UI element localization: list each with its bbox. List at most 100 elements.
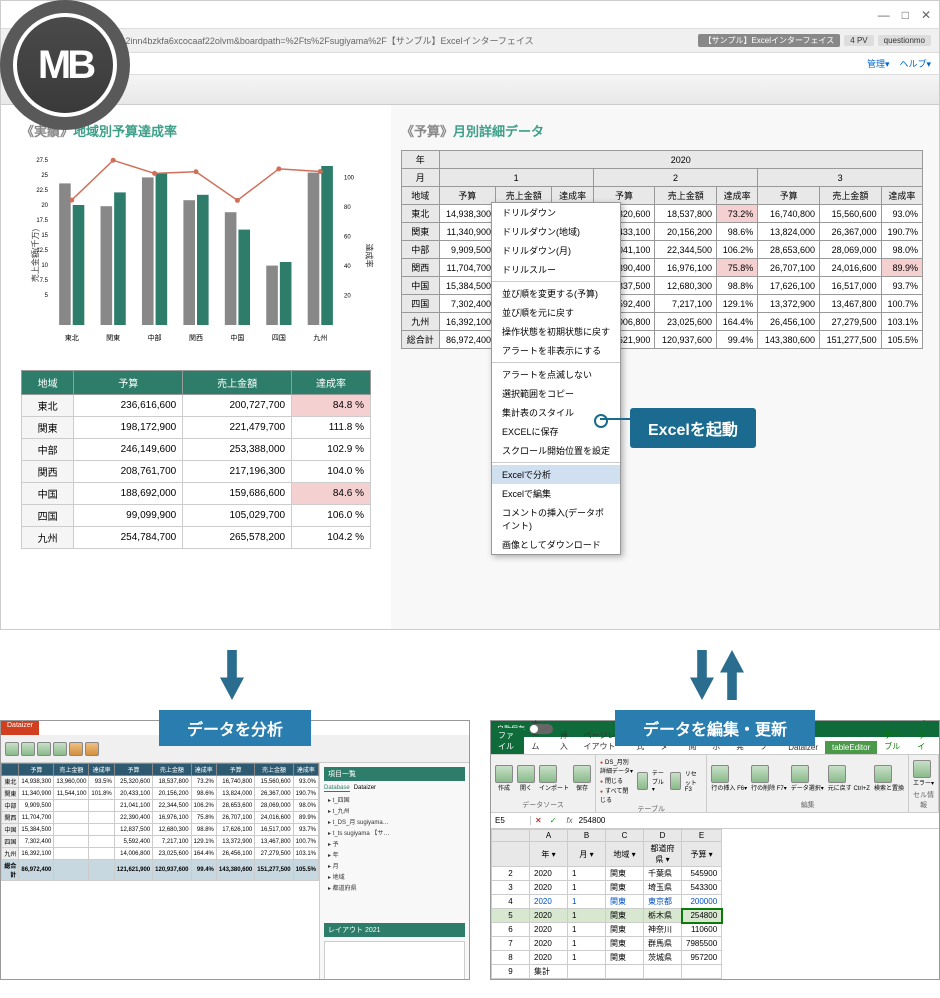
ribbon-icon[interactable]	[85, 742, 99, 756]
formula-bar[interactable]: E5 ✕ ✓ fx 254800	[491, 813, 939, 829]
cancel-icon[interactable]: ✕	[531, 816, 546, 825]
ribbon-icon[interactable]	[21, 742, 35, 756]
side-item[interactable]: ▸ 月	[324, 860, 465, 871]
ribbon-button[interactable]	[874, 765, 892, 783]
ribbon-item[interactable]: DS_月別詳細データ▾	[600, 757, 633, 775]
ribbon-icon[interactable]	[69, 742, 83, 756]
grid-row[interactable]: 620201関東神奈川110600	[492, 923, 722, 937]
ribbon-icon[interactable]	[53, 742, 67, 756]
side-item[interactable]: ▸ t_九州	[324, 805, 465, 816]
ribbon-item[interactable]: 閉じる	[600, 776, 633, 785]
tab-question[interactable]: questionmo	[878, 35, 931, 46]
tab-sample[interactable]: 【サンプル】Excelインターフェイス	[698, 34, 841, 47]
minimize-icon[interactable]: —	[878, 8, 890, 22]
side-item[interactable]: ▸ t_DS_月 sugiyama…	[324, 816, 465, 827]
url-bar[interactable]: motionboard/main?mbid=fido2inn4bzkfa6xco…	[1, 29, 939, 53]
link-admin[interactable]: 管理▾	[867, 57, 890, 70]
ribbon-icon[interactable]	[37, 742, 51, 756]
menu-item[interactable]: Excelで編集	[492, 484, 620, 503]
ribbon-tab[interactable]: デザイ	[910, 717, 939, 754]
ribbon-button[interactable]	[637, 772, 648, 790]
side-item[interactable]: ▸ 都道府県	[324, 882, 465, 893]
table-row[interactable]: 東北14,938,30013,960,00093.5%25,320,60018,…	[402, 205, 923, 223]
grid-row[interactable]: 720201関東群馬県7985500	[492, 937, 722, 951]
ribbon-tab[interactable]: ファイル	[491, 728, 524, 754]
ribbon-button[interactable]	[517, 765, 535, 783]
ribbon-tab[interactable]: ホーム	[524, 717, 552, 754]
maximize-icon[interactable]: □	[902, 8, 909, 22]
table-row[interactable]: 中部9,909,50021,041,10022,344,500106.2%28,…	[402, 241, 923, 259]
ribbon-button[interactable]	[828, 765, 846, 783]
menu-item[interactable]: ドリルスルー	[492, 260, 620, 279]
grid-row[interactable]: 520201関東栃木県254800	[492, 909, 722, 923]
close-icon[interactable]: ✕	[921, 8, 931, 22]
table-row[interactable]: 中部246,149,600253,388,000102.9 %	[22, 439, 371, 461]
ribbon-icon[interactable]	[5, 742, 19, 756]
grid-row[interactable]: 420201関東東京都200000	[492, 895, 722, 909]
table-row[interactable]: 東北236,616,600200,727,70084.8 %	[22, 395, 371, 417]
menu-item[interactable]: 選択範囲をコピー	[492, 384, 620, 403]
table-row[interactable]: 四国99,099,900105,029,700106.0 %	[22, 505, 371, 527]
ribbon-tab[interactable]: 挿入	[553, 728, 577, 754]
formula-value[interactable]: 254800	[579, 816, 606, 825]
side-tab-dataizer[interactable]: Dataizer	[354, 785, 376, 792]
grid-row[interactable]: 9集計	[492, 965, 722, 979]
menu-item[interactable]: ドリルダウン(月)	[492, 241, 620, 260]
autosave-toggle[interactable]	[529, 724, 553, 734]
menu-item[interactable]: アラートを点滅しない	[492, 365, 620, 384]
grid-row[interactable]: 820201関東茨城県957200	[492, 951, 722, 965]
menu-item[interactable]: ドリルダウン	[492, 203, 620, 222]
menu-item[interactable]: 画像としてダウンロード	[492, 535, 620, 554]
grid-row[interactable]: 220201関東千葉県545900	[492, 867, 722, 881]
svg-text:100: 100	[344, 176, 355, 182]
ribbon-button[interactable]	[751, 765, 769, 783]
menu-item[interactable]: 操作状態を初期状態に戻す	[492, 322, 620, 341]
analyze-data-grid[interactable]: 予算売上金額達成率予算売上金額達成率予算売上金額達成率東北14,938,3001…	[1, 763, 319, 979]
table-row[interactable]: 中国15,384,50012,837,50012,680,30098.8%17,…	[402, 277, 923, 295]
detail-table[interactable]: 年2020月123地域予算売上金額達成率予算売上金額達成率予算売上金額達成率東北…	[401, 150, 923, 349]
ribbon-tab[interactable]: テーブル	[877, 728, 910, 754]
table-row[interactable]: 関西11,704,70022,390,40016,976,10075.8%26,…	[402, 259, 923, 277]
side-item[interactable]: ▸ t_ts sugiyama 【サ…	[324, 827, 465, 838]
ribbon-button[interactable]	[711, 765, 729, 783]
table-row[interactable]: 関東11,340,90011,544,100101.8%20,433,10020…	[402, 223, 923, 241]
ribbon-tab[interactable]: tableEditor	[825, 741, 877, 754]
ribbon-button[interactable]	[670, 772, 681, 790]
ribbon-button[interactable]	[495, 765, 513, 783]
dataizer-tab[interactable]: Dataizer	[1, 721, 39, 735]
ribbon-button[interactable]	[791, 765, 809, 783]
side-item[interactable]: ▸ t_四国	[324, 794, 465, 805]
fx-icon[interactable]: fx	[560, 816, 578, 825]
side-item[interactable]: ▸ 予	[324, 838, 465, 849]
grid-row[interactable]: 320201関東埼玉県543300	[492, 881, 722, 895]
ribbon-button[interactable]	[539, 765, 557, 783]
side-item[interactable]: ▸ 年	[324, 849, 465, 860]
ribbon-button[interactable]	[913, 760, 931, 778]
link-help[interactable]: ヘルプ▾	[899, 57, 931, 70]
edit-grid[interactable]: ABCDE年 ▾月 ▾地域 ▾都道府県 ▾予算 ▾220201関東千葉県5459…	[491, 829, 939, 979]
table-row[interactable]: 九州254,784,700265,578,200104.2 %	[22, 527, 371, 549]
tab-pv[interactable]: 4 PV	[844, 35, 873, 46]
side-item[interactable]: ▸ 地域	[324, 871, 465, 882]
summary-table[interactable]: 地域予算売上金額達成率 東北236,616,600200,727,70084.8…	[21, 370, 371, 549]
table-row[interactable]: 総合計86,972,400121,621,900120,937,60099.4%…	[402, 331, 923, 349]
table-row[interactable]: 九州16,392,10014,006,80023,025,600164.4%26…	[402, 313, 923, 331]
context-menu[interactable]: ドリルダウンドリルダウン(地域)ドリルダウン(月)ドリルスルー並び順を変更する(…	[491, 202, 621, 555]
table-row[interactable]: 関西208,761,700217,196,300104.0 %	[22, 461, 371, 483]
confirm-icon[interactable]: ✓	[546, 816, 561, 825]
menu-item[interactable]: Excelで分析	[492, 465, 620, 484]
table-row[interactable]: 中国188,692,000159,686,60084.6 %	[22, 483, 371, 505]
menu-item[interactable]: スクロール開始位置を設定	[492, 441, 620, 460]
table-row[interactable]: 四国7,302,4005,592,4007,217,100129.1%13,37…	[402, 295, 923, 313]
menu-item[interactable]: コメントの挿入(データポイント)	[492, 503, 620, 535]
menu-item[interactable]: ドリルダウン(地域)	[492, 222, 620, 241]
table-row[interactable]: 関東198,172,900221,479,700111.8 %	[22, 417, 371, 439]
menu-item[interactable]: 並び順を変更する(予算)	[492, 284, 620, 303]
menu-item[interactable]: アラートを非表示にする	[492, 341, 620, 360]
menu-item[interactable]: 並び順を元に戻す	[492, 303, 620, 322]
ribbon-item[interactable]: すべて閉じる	[600, 786, 633, 804]
cell-reference[interactable]: E5	[491, 816, 531, 825]
ribbon-button[interactable]	[573, 765, 591, 783]
chart[interactable]: 売上金額(千万) 達成率 57.51012.51517.52022.52527.…	[21, 150, 371, 350]
side-tab-database[interactable]: Database	[324, 785, 350, 792]
